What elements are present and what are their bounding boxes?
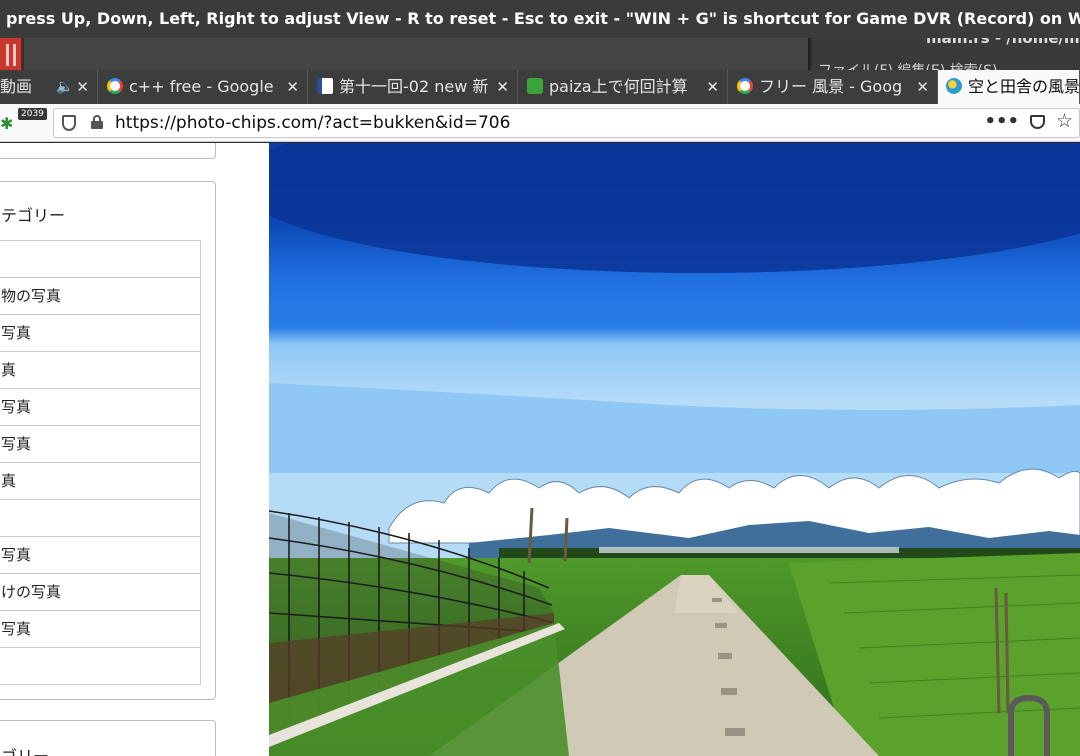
category-list: 物の写真 写真 真 写真 写真 真 写真 けの写真 写真 — [0, 240, 201, 685]
list-item[interactable]: 真 — [0, 352, 200, 389]
tab-title: 動画 — [0, 77, 33, 96]
tab-lesson[interactable]: 第十一回-02 new 新 ✕ — [309, 70, 518, 104]
google-icon — [107, 78, 123, 94]
list-item[interactable]: 写真 — [0, 426, 200, 463]
second-category-heading: ゴリー — [1, 743, 49, 756]
close-icon[interactable]: ✕ — [286, 70, 299, 104]
url-text[interactable]: https://photo-chips.com/?act=bukken&id=7… — [115, 109, 510, 137]
tab-title: c++ free - Google — [129, 77, 274, 96]
list-item[interactable]: 写真 — [0, 389, 200, 426]
extension-badge: 2039 — [18, 108, 47, 120]
tab-video[interactable]: 動画 🔈 ✕ — [0, 70, 98, 104]
second-category-panel: ゴリー — [0, 720, 216, 756]
overlay-text: press Up, Down, Left, Right to adjust Vi… — [6, 9, 1080, 28]
navigation-bar: ✱ 2039 https://photo-chips.com/?act=bukk… — [0, 104, 1080, 142]
extension-icon[interactable]: ✱ — [0, 114, 13, 133]
browser-tab-bar: 動画 🔈 ✕ c++ free - Google ✕ 第十一回-02 new 新… — [0, 70, 1080, 104]
close-icon[interactable]: ✕ — [76, 70, 89, 104]
list-item[interactable]: 真 — [0, 463, 200, 500]
tab-paiza[interactable]: paiza上で何回計算 ✕ — [519, 70, 728, 104]
web-page: テゴリー 物の写真 写真 真 写真 写真 真 写真 けの写真 写真 ゴリー — [0, 143, 1080, 756]
tab-title: 空と田舎の風景 — [968, 77, 1080, 96]
tab-title: フリー 風景 - Goog — [759, 77, 903, 96]
list-item[interactable]: 写真 — [0, 611, 200, 648]
list-item[interactable]: けの写真 — [0, 574, 200, 611]
list-item[interactable]: 物の写真 — [0, 278, 200, 315]
list-item[interactable] — [0, 500, 200, 537]
background-windows-strip: main.rs - /home/m ファイル(F) 編集(E) 検索(S) — [0, 38, 1080, 70]
list-item[interactable]: 写真 — [0, 315, 200, 352]
editor-path-title: main.rs - /home/m — [926, 38, 1080, 47]
landscape-photo[interactable] — [269, 143, 1080, 756]
speaker-icon[interactable]: 🔈 — [56, 70, 73, 104]
category-heading: テゴリー — [1, 206, 66, 225]
app-launcher-icon[interactable] — [0, 38, 22, 70]
paiza-icon — [527, 78, 543, 94]
sidebar-panel-previous — [0, 143, 216, 159]
bookmark-star-icon[interactable]: ☆ — [1056, 110, 1073, 132]
list-item[interactable]: 写真 — [0, 537, 200, 574]
tab-active-photo[interactable]: 空と田舎の風景 — [938, 70, 1080, 104]
close-icon[interactable]: ✕ — [706, 70, 719, 104]
google-icon — [737, 78, 753, 94]
tab-cpp-free[interactable]: c++ free - Google ✕ — [99, 70, 308, 104]
editor-menu: ファイル(F) 編集(E) 検索(S) — [818, 60, 997, 70]
tracking-protection-icon[interactable] — [62, 115, 76, 131]
tab-free-landscape[interactable]: フリー 風景 - Goog ✕ — [729, 70, 938, 104]
list-item[interactable] — [0, 648, 200, 685]
url-bar[interactable]: https://photo-chips.com/?act=bukken&id=7… — [53, 108, 1080, 138]
photo-chips-icon — [946, 78, 962, 94]
doc-icon — [317, 78, 333, 94]
page-actions-menu-icon[interactable]: ••• — [984, 109, 1019, 135]
tab-title: 第十一回-02 new 新 — [339, 77, 489, 96]
landscape-photo-image — [269, 143, 1080, 756]
close-icon[interactable]: ✕ — [496, 70, 509, 104]
tab-title: paiza上で何回計算 — [549, 77, 688, 96]
pocket-icon[interactable] — [1030, 115, 1045, 129]
background-window[interactable] — [24, 38, 810, 70]
lock-icon[interactable] — [91, 115, 103, 129]
category-panel: テゴリー 物の写真 写真 真 写真 写真 真 写真 けの写真 写真 — [0, 181, 216, 700]
list-item[interactable] — [0, 241, 200, 278]
close-icon[interactable]: ✕ — [916, 70, 929, 104]
shortcut-overlay-banner: press Up, Down, Left, Right to adjust Vi… — [0, 0, 1080, 38]
